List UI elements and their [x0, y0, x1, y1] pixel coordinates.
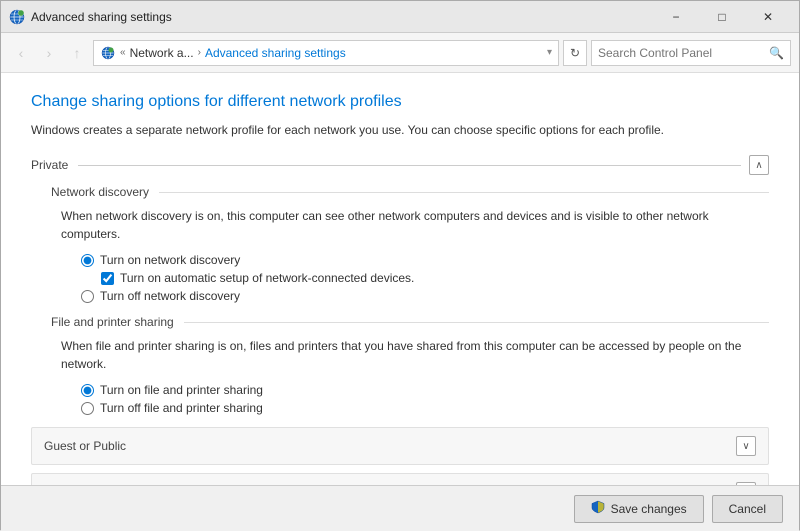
auto-setup-checkbox[interactable]	[101, 272, 114, 285]
auto-setup-item: Turn on automatic setup of network-conne…	[101, 271, 769, 285]
address-path[interactable]: « Network a... › Advanced sharing settin…	[93, 40, 559, 66]
all-networks-section: All Networks ∨	[31, 473, 769, 485]
maximize-button[interactable]: □	[699, 1, 745, 33]
path-network: Network a...	[130, 46, 194, 60]
refresh-button[interactable]: ↻	[563, 40, 587, 66]
path-double-chevron: «	[120, 47, 126, 58]
search-box[interactable]: 🔍	[591, 40, 791, 66]
all-networks-collapse-button[interactable]: ∨	[736, 482, 756, 485]
guest-public-collapse-button[interactable]: ∨	[736, 436, 756, 456]
private-divider	[78, 165, 741, 166]
turn-on-sharing-item: Turn on file and printer sharing	[81, 383, 769, 397]
turn-off-discovery-item: Turn off network discovery	[81, 289, 769, 303]
path-arrow: ›	[198, 47, 201, 58]
search-icon[interactable]: 🔍	[769, 46, 784, 60]
save-label: Save changes	[611, 502, 687, 516]
close-button[interactable]: ✕	[745, 1, 791, 33]
turn-on-sharing-radio[interactable]	[81, 384, 94, 397]
network-globe-icon	[100, 45, 116, 61]
private-collapse-button[interactable]: ∧	[749, 155, 769, 175]
network-discovery-description: When network discovery is on, this compu…	[61, 207, 769, 243]
network-discovery-options: Turn on network discovery Turn on automa…	[81, 253, 769, 303]
address-bar: ‹ › ↑ « Network a... › Advanced sharing …	[1, 33, 799, 73]
path-current: Advanced sharing settings	[205, 46, 346, 60]
up-button[interactable]: ↑	[65, 41, 89, 65]
window-title: Advanced sharing settings	[31, 10, 653, 24]
guest-public-label: Guest or Public	[44, 439, 736, 453]
network-discovery-divider	[159, 192, 769, 193]
turn-on-discovery-label[interactable]: Turn on network discovery	[100, 253, 240, 267]
page-description: Windows creates a separate network profi…	[31, 121, 769, 139]
auto-setup-label[interactable]: Turn on automatic setup of network-conne…	[120, 271, 414, 285]
footer: Save changes Cancel	[1, 485, 799, 531]
file-sharing-options: Turn on file and printer sharing Turn of…	[81, 383, 769, 415]
title-bar-icon	[9, 9, 25, 25]
turn-off-sharing-radio[interactable]	[81, 402, 94, 415]
shield-icon	[591, 500, 605, 517]
file-sharing-description: When file and printer sharing is on, fil…	[61, 337, 769, 373]
file-sharing-label: File and printer sharing	[51, 315, 174, 329]
save-button[interactable]: Save changes	[574, 495, 704, 523]
turn-on-discovery-radio[interactable]	[81, 254, 94, 267]
window-controls: − □ ✕	[653, 1, 791, 33]
path-dropdown-icon: ▾	[547, 47, 552, 58]
turn-on-sharing-label[interactable]: Turn on file and printer sharing	[100, 383, 263, 397]
network-discovery-header: Network discovery	[51, 185, 769, 199]
turn-on-discovery-item: Turn on network discovery	[81, 253, 769, 267]
title-bar: Advanced sharing settings − □ ✕	[1, 1, 799, 33]
cancel-button[interactable]: Cancel	[712, 495, 783, 523]
turn-off-discovery-radio[interactable]	[81, 290, 94, 303]
page-title: Change sharing options for different net…	[31, 93, 769, 111]
search-input[interactable]	[598, 46, 765, 60]
forward-button[interactable]: ›	[37, 41, 61, 65]
private-label: Private	[31, 158, 68, 172]
private-section-header: Private ∧	[31, 155, 769, 175]
file-sharing-header: File and printer sharing	[51, 315, 769, 329]
main-content: Change sharing options for different net…	[1, 73, 799, 485]
minimize-button[interactable]: −	[653, 1, 699, 33]
turn-off-sharing-item: Turn off file and printer sharing	[81, 401, 769, 415]
network-discovery-label: Network discovery	[51, 185, 149, 199]
guest-public-section: Guest or Public ∨	[31, 427, 769, 465]
turn-off-discovery-label[interactable]: Turn off network discovery	[100, 289, 240, 303]
turn-off-sharing-label[interactable]: Turn off file and printer sharing	[100, 401, 263, 415]
file-sharing-divider	[184, 322, 769, 323]
back-button[interactable]: ‹	[9, 41, 33, 65]
